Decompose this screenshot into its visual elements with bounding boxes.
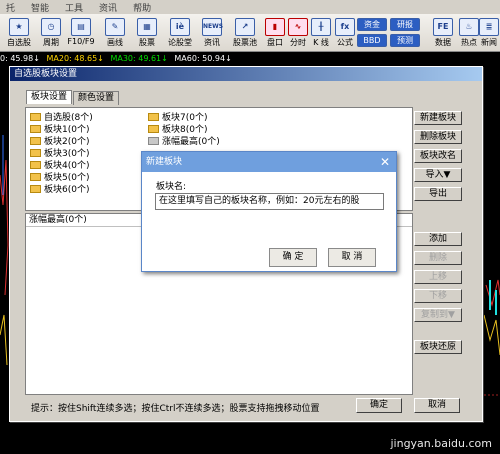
folder-icon	[30, 136, 41, 145]
chart-icon: ↗	[235, 18, 255, 36]
news-icon: NEWS	[202, 18, 223, 36]
cancel-button[interactable]: 取消	[414, 398, 460, 413]
hint-text: 提示：按住Shift连续多选；按住Ctrl不连续多选；股票支持拖拽移动位置	[31, 404, 320, 414]
funds-button[interactable]: 资金	[357, 18, 387, 31]
copy-to-button[interactable]: 复制到▼	[414, 308, 462, 322]
popup-title: 新建板块	[146, 157, 183, 167]
dialog-title: 自选股板块设置	[10, 67, 482, 81]
tab-color-settings[interactable]: 颜色设置	[73, 91, 120, 105]
delete-block-button[interactable]: 删除板块	[414, 130, 462, 144]
menu-item[interactable]: 帮助	[133, 1, 151, 14]
add-button[interactable]: 添加	[414, 232, 462, 246]
tab-block-settings[interactable]: 板块设置	[26, 90, 73, 104]
tool-pool[interactable]: ↗ 股票池	[228, 16, 262, 50]
monitor-icon: ▦	[137, 18, 157, 36]
new-block-button[interactable]: 新建板块	[414, 111, 462, 125]
chart-line-red	[0, 159, 9, 296]
new-block-dialog: 新建板块 ✕ 板块名: 在这里填写自己的板块名称，例如：20元左右的股 确 定 …	[141, 151, 397, 272]
tool-news[interactable]: NEWS 资讯	[195, 16, 229, 50]
folder-icon	[30, 124, 41, 133]
list-item[interactable]: 板块8(0个)	[148, 123, 207, 135]
export-button[interactable]: 导出	[414, 187, 462, 201]
folder-icon	[30, 112, 41, 121]
import-button[interactable]: 导入▼	[414, 168, 462, 182]
menu-item[interactable]: 资讯	[99, 1, 117, 14]
star-icon: ★	[9, 18, 29, 36]
formula-icon: fx	[335, 18, 355, 36]
list-item[interactable]: 板块1(0个)	[30, 123, 89, 135]
ok-button[interactable]: 确定	[356, 398, 402, 413]
list-item[interactable]: 自选股(8个)	[30, 111, 93, 123]
chart-line-yellow-right	[483, 314, 500, 356]
list-item[interactable]: 板块2(0个)	[30, 135, 89, 147]
list-item[interactable]: 涨幅最高(0个)	[148, 135, 220, 147]
folder-icon	[30, 148, 41, 157]
restore-block-button[interactable]: 板块还原	[414, 340, 462, 354]
tool-f10[interactable]: ▤ F10/F9	[64, 16, 98, 50]
clock-icon: ◷	[41, 18, 61, 36]
watermark: jingyan.baidu.com	[390, 437, 492, 450]
close-icon[interactable]: ✕	[380, 152, 390, 172]
list-item[interactable]: 板块7(0个)	[148, 111, 207, 123]
remove-button[interactable]: 删除	[414, 251, 462, 265]
tool-news2[interactable]: ≣ 新闻	[478, 16, 500, 50]
block-name-input[interactable]: 在这里填写自己的板块名称，例如：20元左右的股	[155, 193, 384, 210]
toolbar: ★ 自选股 ◷ 周期 ▤ F10/F9 ✎ 画线 ▦ 股票 iè 论股堂 NEWS 资讯 ↗ 股…	[0, 14, 500, 52]
popup-ok-button[interactable]: 确 定	[269, 248, 317, 267]
pencil-icon: ✎	[105, 18, 125, 36]
tool-forum[interactable]: iè 论股堂	[163, 16, 197, 50]
folder-icon	[148, 124, 159, 133]
chart-line-red-right	[485, 279, 500, 307]
menu-item[interactable]: 工具	[65, 1, 83, 14]
ma-value: 0: 45.98↓	[0, 54, 40, 63]
ie-icon: iè	[170, 18, 190, 36]
menu-item[interactable]: 智能	[31, 1, 49, 14]
ma-value: MA60: 50.94↓	[174, 54, 232, 63]
moving-average-line: 0: 45.98↓ MA20: 48.65↓ MA30: 49.61↓ MA60…	[0, 52, 500, 65]
folder-icon	[148, 136, 159, 145]
research-button[interactable]: 研报	[390, 18, 420, 31]
list-item[interactable]: 板块4(0个)	[30, 159, 89, 171]
flame-icon: ♨	[459, 18, 479, 36]
popup-titlebar: 新建板块 ✕	[142, 152, 396, 172]
list-item[interactable]: 板块5(0个)	[30, 171, 89, 183]
tool-draw[interactable]: ✎ 画线	[98, 16, 132, 50]
data-icon: FE	[433, 18, 453, 36]
menu-item[interactable]: 托	[6, 1, 15, 14]
tool-period[interactable]: ◷ 周期	[34, 16, 68, 50]
newspaper-icon: ≣	[479, 18, 499, 36]
ma-value: MA30: 49.61↓	[110, 54, 168, 63]
tool-watchlist[interactable]: ★ 自选股	[2, 16, 36, 50]
folder-icon	[30, 172, 41, 181]
chart-line-yellow	[0, 314, 8, 366]
list-item[interactable]: 板块3(0个)	[30, 147, 89, 159]
document-icon: ▤	[71, 18, 91, 36]
ma-value: MA20: 48.65↓	[46, 54, 104, 63]
move-up-button[interactable]: 上移	[414, 270, 462, 284]
folder-icon	[30, 160, 41, 169]
menu-bar: 托 智能 工具 资讯 帮助	[0, 0, 500, 14]
forecast-button[interactable]: 预测	[390, 34, 420, 47]
folder-icon	[148, 112, 159, 121]
move-down-button[interactable]: 下移	[414, 289, 462, 303]
list-item[interactable]: 板块6(0个)	[30, 183, 89, 195]
popup-cancel-button[interactable]: 取 消	[328, 248, 376, 267]
bbd-button[interactable]: BBD	[357, 34, 387, 47]
block-name-label: 板块名:	[156, 182, 187, 192]
tool-stock[interactable]: ▦ 股票	[130, 16, 164, 50]
rename-block-button[interactable]: 板块改名	[414, 149, 462, 163]
tab-bar: 板块设置 颜色设置	[26, 90, 120, 105]
folder-icon	[30, 184, 41, 193]
